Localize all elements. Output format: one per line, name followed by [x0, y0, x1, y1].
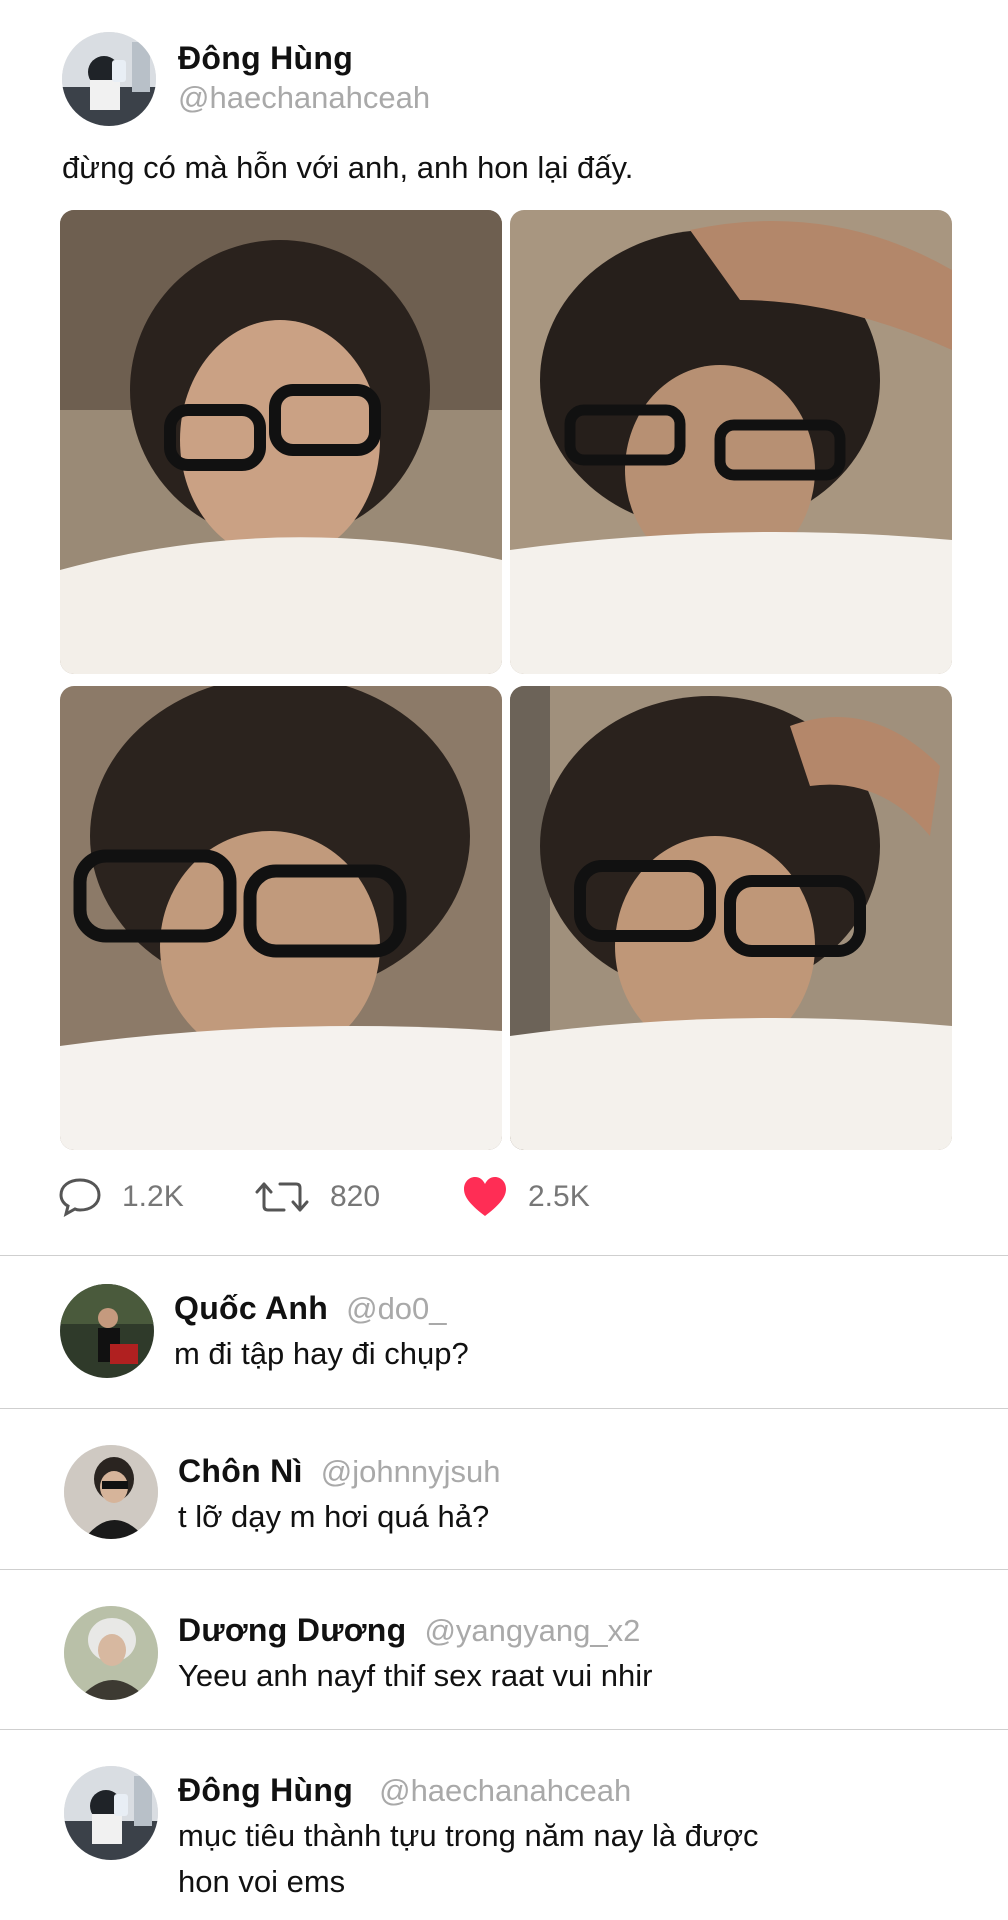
comment-icon [59, 1178, 101, 1217]
reply-name[interactable]: Chôn Nì [178, 1453, 303, 1490]
photo-3[interactable] [60, 686, 502, 1150]
reply-avatar[interactable] [64, 1445, 158, 1539]
reply-name[interactable]: Đông Hùng [178, 1772, 353, 1809]
retweet-button[interactable]: 820 [254, 1172, 380, 1222]
reply-text: Yeeu anh nayf thif sex raat vui nhir [178, 1658, 653, 1693]
photo-3-image [60, 686, 502, 1150]
photo-4-image [510, 686, 952, 1150]
reply-text-line-2: hon voi ems [178, 1864, 346, 1899]
photo-2-image [510, 210, 952, 674]
reply-name[interactable]: Dương Dương [178, 1612, 406, 1649]
reply-handle[interactable]: @yangyang_x2 [424, 1613, 640, 1649]
reply-handle[interactable]: @haechanahceah [379, 1773, 631, 1809]
like-button[interactable]: 2.5K [462, 1172, 590, 1222]
photo-4[interactable] [510, 686, 952, 1150]
avatar-image [62, 32, 156, 126]
avatar-image [64, 1445, 158, 1539]
tweet-text: đừng có mà hỗn với anh, anh hon lại đấy. [62, 150, 634, 185]
reply-avatar[interactable] [64, 1606, 158, 1700]
action-bar: 1.2K 820 2.5K [58, 1172, 758, 1222]
photo-grid [60, 210, 952, 1150]
avatar-image [64, 1606, 158, 1700]
reply-name[interactable]: Quốc Anh [174, 1290, 328, 1327]
retweet-icon [255, 1182, 309, 1212]
photo-1-image [60, 210, 502, 674]
avatar-image [64, 1766, 158, 1860]
photo-2[interactable] [510, 210, 952, 674]
reply-item[interactable]: Đông Hùng @haechanahceah mục tiêu thành … [0, 1730, 1008, 1920]
avatar-image [60, 1284, 154, 1378]
author-avatar[interactable] [62, 32, 156, 126]
reply-button[interactable]: 1.2K [58, 1172, 184, 1222]
reply-count: 1.2K [122, 1180, 184, 1213]
reply-text-line-1: mục tiêu thành tựu trong năm nay là được [178, 1818, 759, 1853]
reply-item[interactable]: Quốc Anh @do0_ m đi tập hay đi chụp? [0, 1256, 1008, 1406]
like-count: 2.5K [528, 1180, 590, 1213]
author-handle[interactable]: @haechanahceah [178, 80, 430, 116]
reply-text: m đi tập hay đi chụp? [174, 1336, 469, 1371]
reply-avatar[interactable] [64, 1766, 158, 1860]
retweet-count: 820 [330, 1180, 381, 1213]
reply-text: t lỡ dạy m hơi quá hả? [178, 1499, 490, 1534]
author-name[interactable]: Đông Hùng [178, 40, 353, 77]
reply-item[interactable]: Dương Dương @yangyang_x2 Yeeu anh nayf t… [0, 1570, 1008, 1728]
reply-handle[interactable]: @johnnyjsuh [321, 1454, 501, 1490]
reply-handle[interactable]: @do0_ [346, 1291, 446, 1327]
photo-1[interactable] [60, 210, 502, 674]
heart-icon [464, 1177, 506, 1216]
reply-avatar[interactable] [60, 1284, 154, 1378]
reply-item[interactable]: Chôn Nì @johnnyjsuh t lỡ dạy m hơi quá h… [0, 1409, 1008, 1569]
